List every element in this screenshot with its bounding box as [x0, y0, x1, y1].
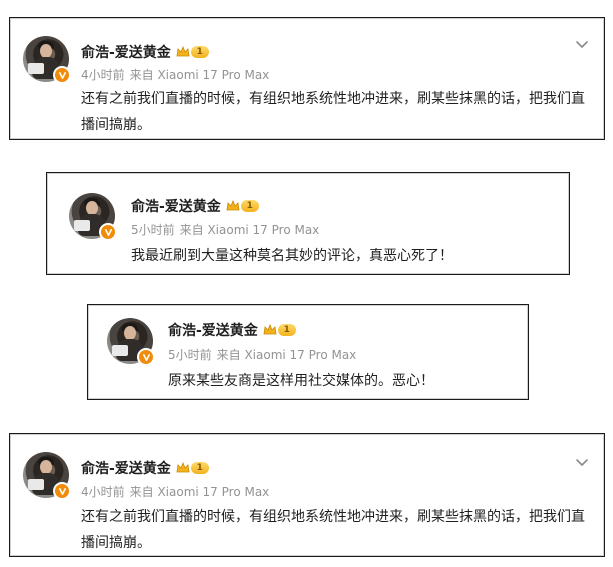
post-meta: 4小时前 来自 Xiaomi 17 Pro Max: [81, 66, 269, 83]
crown-icon: [176, 46, 190, 57]
verified-badge-icon: [99, 223, 117, 241]
post-time[interactable]: 4小时前: [81, 485, 125, 499]
post-source: 来自 Xiaomi 17 Pro Max: [129, 485, 270, 499]
post-source: 来自 Xiaomi 17 Pro Max: [216, 348, 357, 362]
post-time[interactable]: 4小时前: [81, 68, 125, 82]
crown-icon: [226, 200, 240, 211]
post-source: 来自 Xiaomi 17 Pro Max: [179, 223, 320, 237]
avatar[interactable]: [107, 318, 155, 366]
verified-badge-icon: [53, 482, 71, 500]
crown-icon: [176, 462, 190, 473]
user-name-text[interactable]: 俞浩-爱送黄金: [81, 458, 171, 478]
post-time[interactable]: 5小时前: [168, 348, 212, 362]
post-text: 还有之前我们直播的时候，有组织地系统性地冲进来，刷某些抹黑的话，把我们直播间搞崩…: [81, 91, 585, 133]
chevron-down-icon[interactable]: [574, 36, 590, 52]
level-badge: 1: [240, 200, 259, 212]
level-badge: 1: [190, 462, 209, 474]
post-text: 我最近刷到大量这种莫名其妙的评论，真恶心死了！: [131, 248, 453, 264]
level-badge: 1: [277, 324, 296, 336]
user-name[interactable]: 俞浩-爱送黄金 1: [81, 458, 209, 478]
chevron-down-icon[interactable]: [574, 454, 590, 470]
post-meta: 5小时前 来自 Xiaomi 17 Pro Max: [131, 221, 319, 238]
post-card: 俞浩-爱送黄金 1 4小时前 来自 Xiaomi 17 Pro Max 还有之前我…: [9, 433, 605, 557]
post-card: 俞浩-爱送黄金 1 5小时前 来自 Xiaomi 17 Pro Max 原来某些友…: [87, 304, 529, 400]
post-meta: 4小时前 来自 Xiaomi 17 Pro Max: [81, 483, 269, 500]
user-name[interactable]: 俞浩-爱送黄金 1: [81, 42, 209, 62]
post-source: 来自 Xiaomi 17 Pro Max: [129, 68, 270, 82]
user-name-text[interactable]: 俞浩-爱送黄金: [81, 42, 171, 62]
avatar[interactable]: [23, 36, 71, 84]
post-text: 还有之前我们直播的时候，有组织地系统性地冲进来，刷某些抹黑的话，把我们直播间搞崩…: [81, 509, 585, 551]
user-name[interactable]: 俞浩-爱送黄金 1: [131, 196, 259, 216]
post-meta: 5小时前 来自 Xiaomi 17 Pro Max: [168, 346, 356, 363]
verified-badge-icon: [53, 66, 71, 84]
avatar[interactable]: [23, 452, 71, 500]
user-name[interactable]: 俞浩-爱送黄金 1: [168, 320, 296, 340]
post-text: 原来某些友商是这样用社交媒体的。恶心！: [168, 373, 434, 389]
post-card: 俞浩-爱送黄金 1 4小时前 来自 Xiaomi 17 Pro Max 还有之前我…: [9, 17, 605, 140]
user-name-text[interactable]: 俞浩-爱送黄金: [131, 196, 221, 216]
verified-badge-icon: [137, 348, 155, 366]
post-card: 俞浩-爱送黄金 1 5小时前 来自 Xiaomi 17 Pro Max 我最近刷到…: [46, 172, 570, 275]
level-badge: 1: [190, 46, 209, 58]
avatar[interactable]: [69, 193, 117, 241]
post-time[interactable]: 5小时前: [131, 223, 175, 237]
crown-icon: [263, 324, 277, 335]
user-name-text[interactable]: 俞浩-爱送黄金: [168, 320, 258, 340]
